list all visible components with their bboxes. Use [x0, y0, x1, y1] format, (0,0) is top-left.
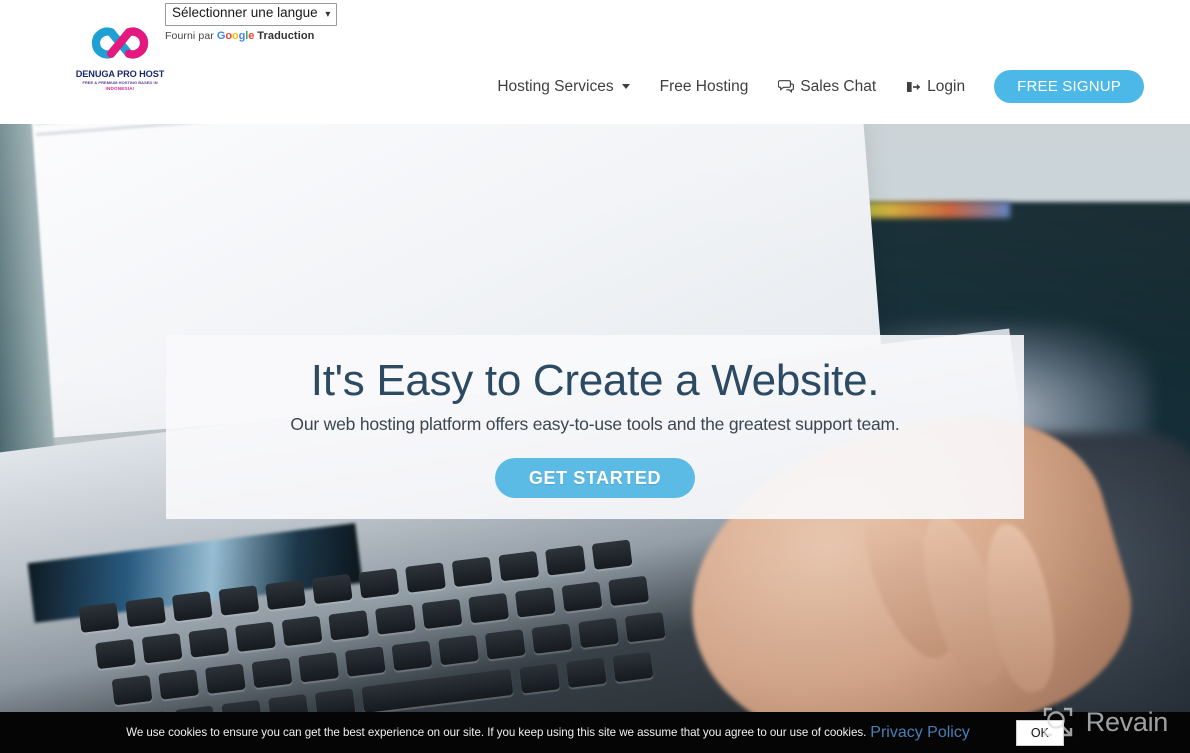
chevron-down-icon: ▾: [325, 9, 331, 20]
logo-tagline-line1: FREE & PREMIUM HOSTING BASED IN: [82, 80, 158, 85]
hero-subtitle: Our web hosting platform offers easy-to-…: [290, 414, 900, 434]
nav-item-free-hosting[interactable]: Free Hosting: [645, 71, 764, 103]
revain-wordmark: Revain: [1085, 706, 1169, 737]
revain-watermark: Revain: [1041, 705, 1168, 739]
cookie-consent-bar: We use cookies to ensure you can get the…: [0, 712, 1190, 753]
language-select[interactable]: Sélectionner une langue ▾: [165, 3, 338, 26]
site-logo[interactable]: DENUGA PRO HOST FREE & PREMIUM HOSTING B…: [74, 20, 166, 91]
hero-card: It's Easy to Create a Website. Our web h…: [166, 335, 1024, 519]
nav-item-label: Free Hosting: [659, 77, 749, 95]
sign-in-icon: [906, 80, 921, 94]
speech-bubble-icon: [778, 79, 795, 94]
chevron-down-icon: [621, 84, 630, 89]
get-started-button[interactable]: GET STARTED: [494, 458, 696, 498]
logo-name: DENUGA PRO HOST: [75, 69, 165, 79]
translate-credit-suffix: Traduction: [257, 30, 315, 42]
nav-item-hosting-services[interactable]: Hosting Services: [482, 71, 644, 103]
hero-title: It's Easy to Create a Website.: [310, 356, 880, 405]
language-select-value: Sélectionner une langue: [172, 5, 318, 20]
cookie-message: We use cookies to ensure you can get the…: [126, 726, 867, 739]
nav-item-label: Hosting Services: [497, 77, 614, 95]
free-signup-button[interactable]: FREE SIGNUP: [994, 70, 1144, 103]
google-wordmark: Google: [216, 30, 255, 42]
translate-credit-prefix: Fourni par: [165, 30, 214, 42]
logo-tagline-line2: INDONESIA!: [105, 86, 135, 91]
nav-item-label: Sales Chat: [800, 77, 877, 95]
main-navigation: Hosting Services Free Hosting Sales Chat: [482, 70, 1144, 103]
privacy-policy-link[interactable]: Privacy Policy: [870, 724, 970, 742]
hero-section: It's Easy to Create a Website. Our web h…: [0, 124, 1190, 753]
nav-item-sales-chat[interactable]: Sales Chat: [763, 71, 891, 103]
infinity-rings-logo: [91, 27, 149, 59]
google-translate-widget: Sélectionner une langue ▾ Fourni par Goo…: [165, 3, 485, 45]
translate-credit: Fourni par Google Traduction: [165, 30, 485, 42]
revain-logo-icon: [1043, 707, 1072, 737]
nav-item-label: Login: [927, 77, 966, 95]
nav-item-login[interactable]: Login: [891, 71, 980, 103]
